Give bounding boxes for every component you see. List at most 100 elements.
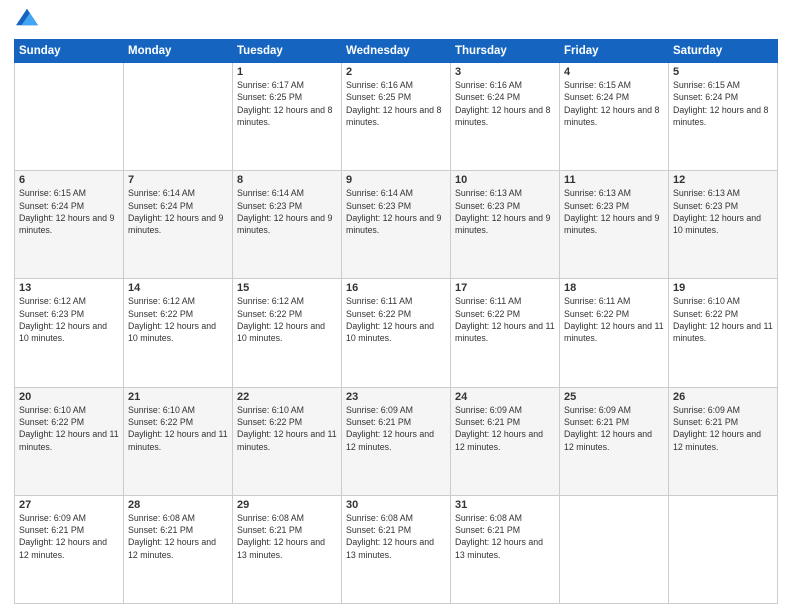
day-number: 30 xyxy=(346,499,446,511)
calendar-cell: 13Sunrise: 6:12 AMSunset: 6:23 PMDayligh… xyxy=(15,279,124,387)
cell-info: Sunrise: 6:17 AMSunset: 6:25 PMDaylight:… xyxy=(237,79,337,128)
day-number: 16 xyxy=(346,282,446,294)
calendar-cell: 29Sunrise: 6:08 AMSunset: 6:21 PMDayligh… xyxy=(233,495,342,603)
day-number: 7 xyxy=(128,174,228,186)
calendar-day-header: Wednesday xyxy=(342,40,451,63)
cell-info: Sunrise: 6:11 AMSunset: 6:22 PMDaylight:… xyxy=(455,295,555,344)
day-number: 31 xyxy=(455,499,555,511)
cell-info: Sunrise: 6:15 AMSunset: 6:24 PMDaylight:… xyxy=(19,187,119,236)
cell-info: Sunrise: 6:13 AMSunset: 6:23 PMDaylight:… xyxy=(564,187,664,236)
cell-info: Sunrise: 6:14 AMSunset: 6:23 PMDaylight:… xyxy=(346,187,446,236)
logo-icon xyxy=(16,6,38,28)
cell-info: Sunrise: 6:10 AMSunset: 6:22 PMDaylight:… xyxy=(19,404,119,453)
cell-info: Sunrise: 6:12 AMSunset: 6:23 PMDaylight:… xyxy=(19,295,119,344)
calendar-cell: 4Sunrise: 6:15 AMSunset: 6:24 PMDaylight… xyxy=(560,63,669,171)
cell-info: Sunrise: 6:09 AMSunset: 6:21 PMDaylight:… xyxy=(564,404,664,453)
cell-info: Sunrise: 6:12 AMSunset: 6:22 PMDaylight:… xyxy=(237,295,337,344)
calendar-day-header: Friday xyxy=(560,40,669,63)
cell-info: Sunrise: 6:15 AMSunset: 6:24 PMDaylight:… xyxy=(673,79,773,128)
calendar-week-row: 13Sunrise: 6:12 AMSunset: 6:23 PMDayligh… xyxy=(15,279,778,387)
day-number: 6 xyxy=(19,174,119,186)
cell-info: Sunrise: 6:10 AMSunset: 6:22 PMDaylight:… xyxy=(673,295,773,344)
calendar-cell: 12Sunrise: 6:13 AMSunset: 6:23 PMDayligh… xyxy=(669,171,778,279)
calendar-week-row: 27Sunrise: 6:09 AMSunset: 6:21 PMDayligh… xyxy=(15,495,778,603)
calendar-cell: 18Sunrise: 6:11 AMSunset: 6:22 PMDayligh… xyxy=(560,279,669,387)
calendar-cell: 25Sunrise: 6:09 AMSunset: 6:21 PMDayligh… xyxy=(560,387,669,495)
calendar-week-row: 6Sunrise: 6:15 AMSunset: 6:24 PMDaylight… xyxy=(15,171,778,279)
calendar-cell: 2Sunrise: 6:16 AMSunset: 6:25 PMDaylight… xyxy=(342,63,451,171)
calendar-cell: 20Sunrise: 6:10 AMSunset: 6:22 PMDayligh… xyxy=(15,387,124,495)
day-number: 3 xyxy=(455,66,555,78)
cell-info: Sunrise: 6:09 AMSunset: 6:21 PMDaylight:… xyxy=(19,512,119,561)
calendar-day-header: Monday xyxy=(124,40,233,63)
day-number: 12 xyxy=(673,174,773,186)
cell-info: Sunrise: 6:13 AMSunset: 6:23 PMDaylight:… xyxy=(673,187,773,236)
cell-info: Sunrise: 6:12 AMSunset: 6:22 PMDaylight:… xyxy=(128,295,228,344)
cell-info: Sunrise: 6:14 AMSunset: 6:23 PMDaylight:… xyxy=(237,187,337,236)
calendar-cell: 8Sunrise: 6:14 AMSunset: 6:23 PMDaylight… xyxy=(233,171,342,279)
day-number: 17 xyxy=(455,282,555,294)
calendar-cell: 15Sunrise: 6:12 AMSunset: 6:22 PMDayligh… xyxy=(233,279,342,387)
cell-info: Sunrise: 6:08 AMSunset: 6:21 PMDaylight:… xyxy=(128,512,228,561)
calendar-cell xyxy=(669,495,778,603)
day-number: 14 xyxy=(128,282,228,294)
cell-info: Sunrise: 6:10 AMSunset: 6:22 PMDaylight:… xyxy=(128,404,228,453)
cell-info: Sunrise: 6:08 AMSunset: 6:21 PMDaylight:… xyxy=(346,512,446,561)
calendar-day-header: Tuesday xyxy=(233,40,342,63)
calendar-cell: 21Sunrise: 6:10 AMSunset: 6:22 PMDayligh… xyxy=(124,387,233,495)
day-number: 2 xyxy=(346,66,446,78)
calendar-cell: 11Sunrise: 6:13 AMSunset: 6:23 PMDayligh… xyxy=(560,171,669,279)
day-number: 20 xyxy=(19,391,119,403)
calendar-header-row: SundayMondayTuesdayWednesdayThursdayFrid… xyxy=(15,40,778,63)
day-number: 9 xyxy=(346,174,446,186)
calendar-table: SundayMondayTuesdayWednesdayThursdayFrid… xyxy=(14,39,778,604)
calendar-cell xyxy=(124,63,233,171)
calendar-cell: 3Sunrise: 6:16 AMSunset: 6:24 PMDaylight… xyxy=(451,63,560,171)
day-number: 22 xyxy=(237,391,337,403)
cell-info: Sunrise: 6:08 AMSunset: 6:21 PMDaylight:… xyxy=(237,512,337,561)
calendar-day-header: Sunday xyxy=(15,40,124,63)
calendar-cell: 23Sunrise: 6:09 AMSunset: 6:21 PMDayligh… xyxy=(342,387,451,495)
calendar-cell: 10Sunrise: 6:13 AMSunset: 6:23 PMDayligh… xyxy=(451,171,560,279)
day-number: 8 xyxy=(237,174,337,186)
day-number: 5 xyxy=(673,66,773,78)
calendar-cell: 28Sunrise: 6:08 AMSunset: 6:21 PMDayligh… xyxy=(124,495,233,603)
calendar-cell: 14Sunrise: 6:12 AMSunset: 6:22 PMDayligh… xyxy=(124,279,233,387)
cell-info: Sunrise: 6:15 AMSunset: 6:24 PMDaylight:… xyxy=(564,79,664,128)
day-number: 11 xyxy=(564,174,664,186)
day-number: 13 xyxy=(19,282,119,294)
day-number: 27 xyxy=(19,499,119,511)
page: SundayMondayTuesdayWednesdayThursdayFrid… xyxy=(0,0,792,612)
cell-info: Sunrise: 6:16 AMSunset: 6:25 PMDaylight:… xyxy=(346,79,446,128)
day-number: 1 xyxy=(237,66,337,78)
calendar-cell: 19Sunrise: 6:10 AMSunset: 6:22 PMDayligh… xyxy=(669,279,778,387)
day-number: 4 xyxy=(564,66,664,78)
cell-info: Sunrise: 6:11 AMSunset: 6:22 PMDaylight:… xyxy=(346,295,446,344)
day-number: 26 xyxy=(673,391,773,403)
day-number: 23 xyxy=(346,391,446,403)
cell-info: Sunrise: 6:08 AMSunset: 6:21 PMDaylight:… xyxy=(455,512,555,561)
cell-info: Sunrise: 6:09 AMSunset: 6:21 PMDaylight:… xyxy=(455,404,555,453)
cell-info: Sunrise: 6:14 AMSunset: 6:24 PMDaylight:… xyxy=(128,187,228,236)
calendar-day-header: Thursday xyxy=(451,40,560,63)
calendar-cell: 27Sunrise: 6:09 AMSunset: 6:21 PMDayligh… xyxy=(15,495,124,603)
calendar-cell: 22Sunrise: 6:10 AMSunset: 6:22 PMDayligh… xyxy=(233,387,342,495)
calendar-cell: 6Sunrise: 6:15 AMSunset: 6:24 PMDaylight… xyxy=(15,171,124,279)
calendar-cell: 16Sunrise: 6:11 AMSunset: 6:22 PMDayligh… xyxy=(342,279,451,387)
cell-info: Sunrise: 6:16 AMSunset: 6:24 PMDaylight:… xyxy=(455,79,555,128)
calendar-cell: 5Sunrise: 6:15 AMSunset: 6:24 PMDaylight… xyxy=(669,63,778,171)
calendar-week-row: 1Sunrise: 6:17 AMSunset: 6:25 PMDaylight… xyxy=(15,63,778,171)
cell-info: Sunrise: 6:09 AMSunset: 6:21 PMDaylight:… xyxy=(673,404,773,453)
day-number: 15 xyxy=(237,282,337,294)
cell-info: Sunrise: 6:13 AMSunset: 6:23 PMDaylight:… xyxy=(455,187,555,236)
day-number: 21 xyxy=(128,391,228,403)
day-number: 25 xyxy=(564,391,664,403)
calendar-cell: 26Sunrise: 6:09 AMSunset: 6:21 PMDayligh… xyxy=(669,387,778,495)
day-number: 29 xyxy=(237,499,337,511)
day-number: 18 xyxy=(564,282,664,294)
header xyxy=(14,10,778,33)
calendar-cell xyxy=(15,63,124,171)
logo xyxy=(14,10,38,33)
cell-info: Sunrise: 6:10 AMSunset: 6:22 PMDaylight:… xyxy=(237,404,337,453)
calendar-cell: 1Sunrise: 6:17 AMSunset: 6:25 PMDaylight… xyxy=(233,63,342,171)
